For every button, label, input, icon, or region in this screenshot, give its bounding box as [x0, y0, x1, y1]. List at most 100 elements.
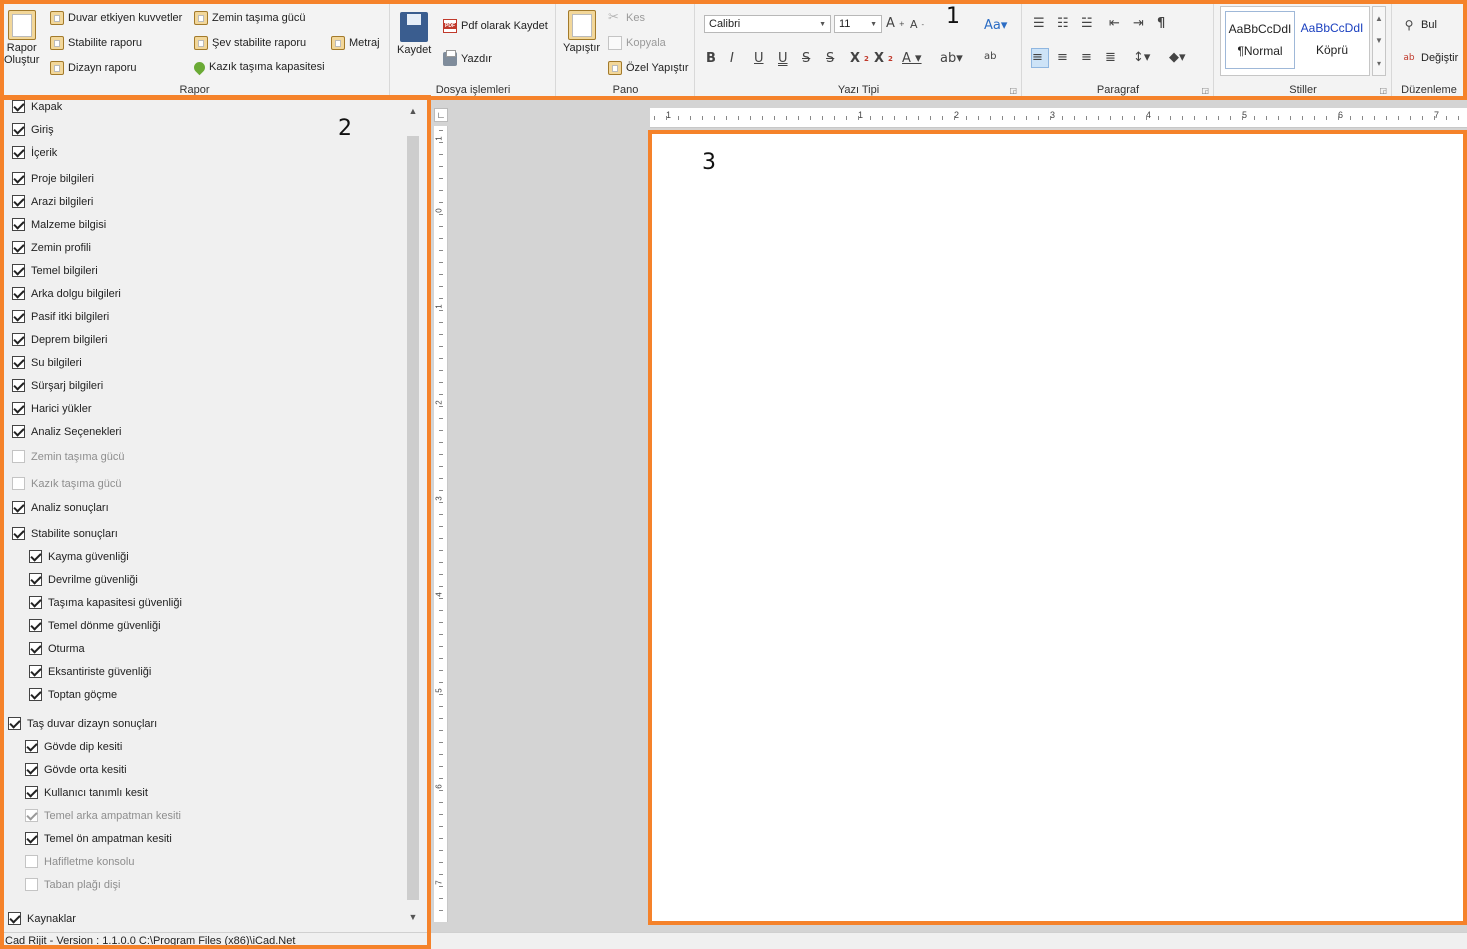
kaydet-button[interactable]: Kaydet [397, 12, 431, 56]
tree-item[interactable]: Malzeme bilgisi [12, 218, 106, 231]
chevron-up-icon[interactable]: ▲ [1375, 14, 1383, 23]
subscript-icon[interactable]: X2 [874, 51, 893, 66]
tree-item-checkbox[interactable] [29, 619, 42, 632]
tree-item[interactable]: Temel bilgileri [12, 264, 98, 277]
tree-item-checkbox[interactable] [12, 100, 25, 113]
tree-item-checkbox[interactable] [12, 333, 25, 346]
tree-item-checkbox[interactable] [12, 356, 25, 369]
tree-item[interactable]: Taban plağı dişi [25, 878, 120, 891]
tree-item[interactable]: Gövde orta kesiti [25, 763, 127, 776]
font-size-combo[interactable]: 11 ▼ [834, 15, 882, 33]
tree-item[interactable]: Proje bilgileri [12, 172, 94, 185]
tree-item[interactable]: Stabilite sonuçları [12, 527, 118, 540]
horizontal-ruler[interactable]: 11234567 [650, 108, 1467, 128]
tree-item[interactable]: Toptan göçme [29, 688, 117, 701]
line-spacing-icon[interactable]: ↕▾ [1133, 50, 1161, 65]
metraj-button[interactable]: Metraj [331, 36, 380, 50]
tree-item[interactable]: Sürşarj bilgileri [12, 379, 103, 392]
shrink-font-icon[interactable]: A- [910, 18, 928, 31]
tree-item-checkbox[interactable] [12, 218, 25, 231]
zemin-tasima-gucu-button[interactable]: Zemin taşıma gücü [194, 11, 306, 25]
chevron-down-icon[interactable]: ▼ [1375, 36, 1383, 45]
bullets-icon[interactable]: ☰ [1033, 16, 1051, 31]
tree-item-checkbox[interactable] [29, 573, 42, 586]
scroll-up-icon[interactable]: ▲ [404, 102, 422, 120]
tree-item-checkbox[interactable] [12, 264, 25, 277]
tree-item[interactable]: Taş duvar dizayn sonuçları [8, 717, 157, 730]
tree-item[interactable]: Kazık taşıma gücü [12, 477, 122, 490]
tree-item[interactable]: Temel dönme güvenliği [29, 619, 161, 632]
kopyala-button[interactable]: Kopyala [608, 36, 666, 50]
highlight-icon[interactable]: ab▾ [940, 51, 970, 66]
tree-item-checkbox[interactable] [12, 477, 25, 490]
scroll-down-icon[interactable]: ▼ [404, 908, 422, 926]
font-name-combo[interactable]: Calibri ▼ [704, 15, 831, 33]
tree-item-checkbox[interactable] [12, 425, 25, 438]
tree-item[interactable]: Devrilme güvenliği [29, 573, 138, 586]
font-color-icon[interactable]: A ▾ [902, 51, 932, 66]
tree-item[interactable]: Eksantiriste güvenliği [29, 665, 151, 678]
tree-item-checkbox[interactable] [8, 717, 21, 730]
dialog-launcher-icon[interactable]: ◲ [1379, 86, 1387, 95]
superscript-icon[interactable]: X2 [850, 51, 869, 66]
bold-icon[interactable]: B [706, 51, 724, 66]
align-right-icon[interactable]: ≡ [1081, 50, 1099, 65]
yazdir-button[interactable]: Yazdır [443, 50, 492, 66]
tree-item-checkbox[interactable] [12, 195, 25, 208]
tree-item-checkbox[interactable] [25, 832, 38, 845]
tree-item-checkbox[interactable] [12, 379, 25, 392]
multilevel-list-icon[interactable]: ☱ [1081, 16, 1099, 31]
tree-item[interactable]: Harici yükler [12, 402, 92, 415]
tree-item-checkbox[interactable] [12, 146, 25, 159]
tree-item-checkbox[interactable] [29, 688, 42, 701]
strikethrough-icon[interactable]: S [802, 51, 820, 66]
underline-icon[interactable]: U [754, 51, 772, 66]
tree-item[interactable]: Kullanıcı tanımlı kesit [25, 786, 148, 799]
tree-item-checkbox[interactable] [12, 310, 25, 323]
tree-item-checkbox[interactable] [25, 855, 38, 868]
shading-icon[interactable]: ◆▾ [1169, 50, 1197, 65]
tree-item-checkbox[interactable] [25, 786, 38, 799]
clear-format-icon[interactable]: ab [984, 51, 1002, 62]
tree-item[interactable]: Temel ön ampatman kesiti [25, 832, 172, 845]
tree-item[interactable]: Kapak [12, 100, 62, 113]
change-case-icon[interactable]: Aa▾ [984, 18, 1012, 33]
tree-item[interactable]: Kaynaklar [8, 912, 76, 925]
kes-button[interactable]: Kes [608, 9, 645, 25]
style-gallery-scroll[interactable]: ▲ ▼ ▾ [1372, 6, 1386, 76]
tree-item-checkbox[interactable] [12, 241, 25, 254]
sev-stabilite-raporu-button[interactable]: Şev stabilite raporu [194, 36, 306, 50]
tree-item[interactable]: Kayma güvenliği [29, 550, 129, 563]
double-underline-icon[interactable]: U [778, 51, 796, 66]
document-page[interactable] [650, 132, 1464, 924]
tree-item-checkbox[interactable] [8, 912, 21, 925]
tree-item-checkbox[interactable] [12, 450, 25, 463]
tree-item-checkbox[interactable] [25, 878, 38, 891]
degistir-button[interactable]: ab Değiştir [1401, 52, 1458, 64]
grow-font-icon[interactable]: A + [886, 16, 905, 31]
style-normal[interactable]: AaBbCcDdI ¶Normal [1225, 11, 1295, 69]
dizayn-raporu-button[interactable]: Dizayn raporu [50, 61, 136, 75]
pdf-kaydet-button[interactable]: Pdf olarak Kaydet [443, 19, 548, 33]
more-styles-icon[interactable]: ▾ [1377, 59, 1381, 68]
tree-item[interactable]: Zemin taşıma gücü [12, 450, 125, 463]
align-center-icon[interactable]: ≡ [1057, 50, 1075, 65]
tree-item[interactable]: Pasif itki bilgileri [12, 310, 109, 323]
yapistir-button[interactable]: Yapıştır [563, 10, 600, 54]
bul-button[interactable]: ⚲ Bul [1401, 18, 1437, 32]
tree-item[interactable]: Oturma [29, 642, 85, 655]
tree-item-checkbox[interactable] [12, 402, 25, 415]
tree-item-checkbox[interactable] [12, 123, 25, 136]
numbering-icon[interactable]: ☷ [1057, 16, 1075, 31]
tree-item-checkbox[interactable] [12, 172, 25, 185]
tree-item[interactable]: İçerik [12, 146, 57, 159]
decrease-indent-icon[interactable]: ⇤ [1109, 16, 1127, 31]
tree-item[interactable]: Giriş [12, 123, 54, 136]
tree-item[interactable]: Deprem bilgileri [12, 333, 107, 346]
italic-icon[interactable]: I [730, 51, 748, 66]
duvar-etkiyen-kuvvetler-button[interactable]: Duvar etkiyen kuvvetler [50, 11, 182, 25]
kazik-tasima-kapasitesi-button[interactable]: Kazık taşıma kapasitesi [191, 59, 325, 75]
increase-indent-icon[interactable]: ⇥ [1133, 16, 1151, 31]
tree-item[interactable]: Analiz Seçenekleri [12, 425, 122, 438]
vertical-ruler[interactable]: 1 0 1 2 3 4 5 6 7 [434, 126, 448, 922]
